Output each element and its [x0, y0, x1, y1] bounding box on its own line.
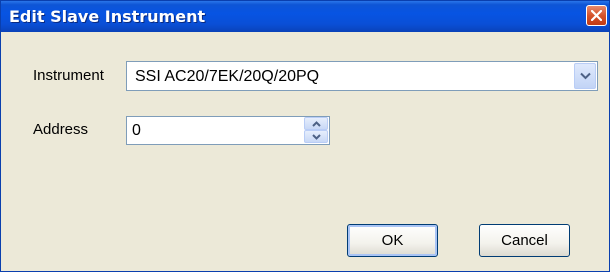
spin-up-button[interactable] — [304, 117, 328, 130]
close-button[interactable] — [586, 5, 607, 26]
arrow-up-icon — [312, 121, 321, 127]
instrument-dropdown[interactable]: SSI AC20/7EK/20Q/20PQ — [126, 61, 598, 91]
spin-down-button[interactable] — [304, 130, 328, 143]
edit-slave-instrument-dialog: Edit Slave Instrument Instrument SSI AC2… — [0, 0, 610, 272]
instrument-selected-value: SSI AC20/7EK/20Q/20PQ — [135, 68, 320, 85]
ok-button[interactable]: OK — [347, 224, 438, 257]
address-spinner[interactable]: 0 — [126, 116, 330, 145]
title-bar[interactable]: Edit Slave Instrument — [1, 1, 609, 32]
dropdown-arrow-button[interactable] — [574, 63, 596, 89]
address-value[interactable]: 0 — [132, 122, 141, 140]
instrument-label: Instrument — [33, 67, 104, 84]
close-icon — [591, 10, 602, 21]
cancel-button[interactable]: Cancel — [479, 224, 570, 257]
address-label: Address — [33, 121, 89, 138]
chevron-down-icon — [580, 72, 591, 80]
dialog-title: Edit Slave Instrument — [9, 7, 206, 26]
arrow-down-icon — [312, 134, 321, 140]
